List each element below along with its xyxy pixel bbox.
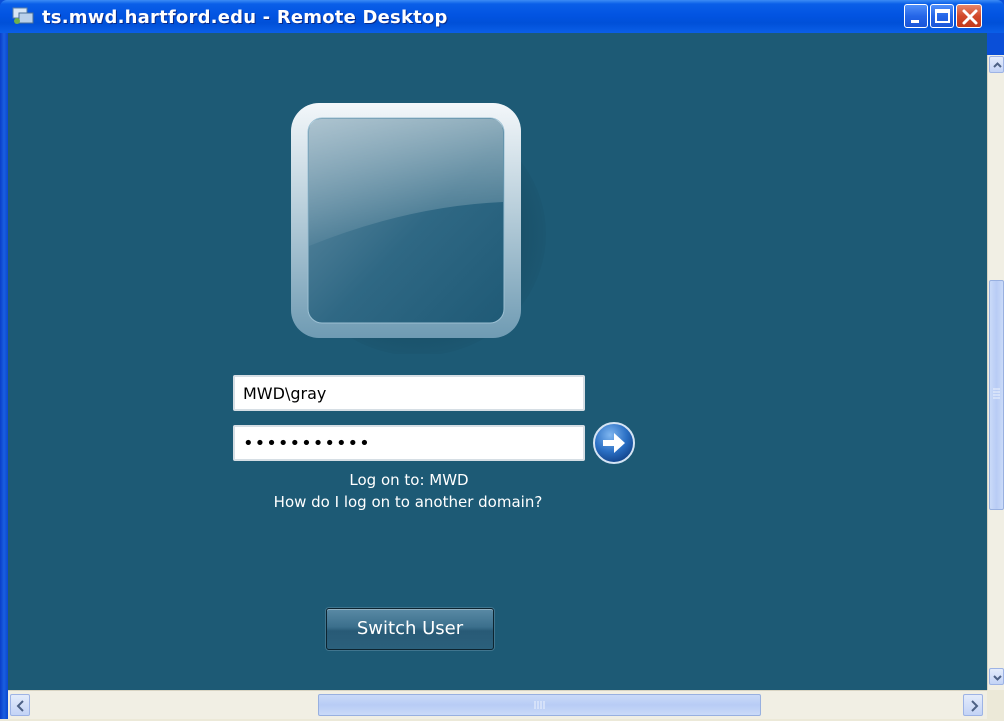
horizontal-scrollbar[interactable]	[8, 690, 987, 719]
logon-to-label: Log on to: MWD	[349, 471, 469, 489]
close-button[interactable]	[956, 4, 982, 28]
scroll-down-button[interactable]	[989, 668, 1004, 685]
grip-icon	[993, 388, 1000, 399]
another-domain-link[interactable]: How do I log on to another domain?	[208, 493, 608, 511]
chevron-left-icon	[16, 700, 24, 712]
switch-user-button[interactable]: Switch User	[326, 608, 494, 650]
username-field[interactable]	[233, 375, 585, 411]
resize-grip[interactable]	[987, 690, 1004, 719]
horizontal-scroll-thumb[interactable]	[318, 694, 761, 716]
maximize-button[interactable]	[930, 4, 954, 28]
remote-session-area: Log on to: MWD How do I log on to anothe…	[8, 33, 987, 690]
submit-arrow-icon[interactable]	[592, 421, 636, 465]
chevron-right-icon	[971, 700, 979, 712]
grip-icon	[534, 701, 545, 709]
scroll-right-button[interactable]	[963, 694, 983, 716]
vertical-scrollbar[interactable]	[987, 55, 1004, 690]
chevron-up-icon	[993, 62, 1002, 68]
scroll-up-button[interactable]	[989, 56, 1004, 73]
close-icon	[962, 9, 978, 25]
password-field[interactable]	[233, 425, 585, 461]
minimize-icon	[911, 20, 919, 23]
user-tile	[290, 103, 546, 354]
chevron-down-icon	[993, 675, 1002, 681]
remote-desktop-icon	[12, 7, 34, 24]
maximize-icon	[935, 9, 950, 23]
remote-desktop-window: ts.mwd.hartford.edu - Remote Desktop MWD…	[0, 0, 1004, 719]
window-title: ts.mwd.hartford.edu - Remote Desktop	[42, 7, 448, 28]
window-border	[0, 33, 8, 719]
title-bar[interactable]: ts.mwd.hartford.edu - Remote Desktop	[0, 0, 1004, 33]
vertical-scroll-thumb[interactable]	[989, 280, 1004, 510]
minimize-button[interactable]	[904, 4, 928, 28]
scroll-left-button[interactable]	[10, 694, 30, 716]
